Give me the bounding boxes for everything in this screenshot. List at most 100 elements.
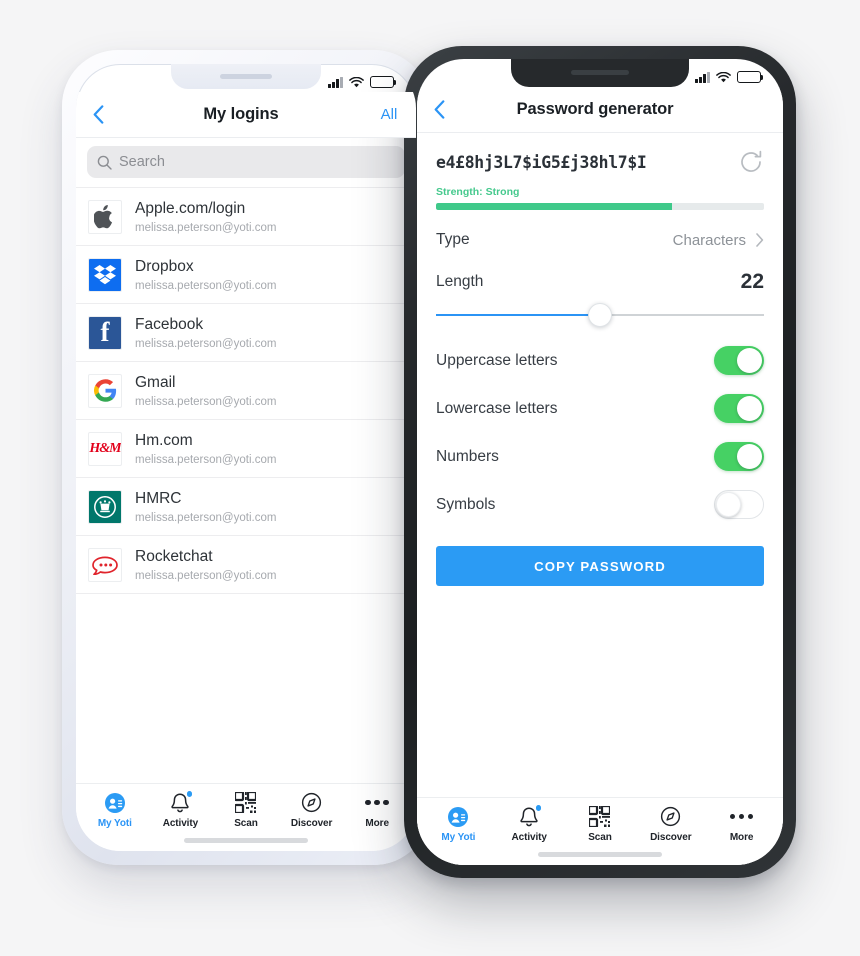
chevron-left-icon [434, 100, 444, 119]
earpiece-speaker [571, 70, 629, 75]
hmrc-icon [88, 489, 122, 524]
nav-bar-left: My logins All [76, 92, 416, 138]
tab-activity[interactable]: Activity [494, 804, 565, 843]
tab-scan[interactable]: Scan [565, 805, 636, 843]
refresh-icon [741, 150, 762, 172]
login-name: Rocketchat [135, 548, 213, 566]
tab-activity[interactable]: Activity [148, 790, 214, 829]
generated-password[interactable]: e4£8hj3L7$iG5£j38hl7$I [436, 153, 728, 172]
page-title: My logins [203, 105, 279, 123]
length-slider[interactable] [436, 303, 764, 327]
login-account: melissa.peterson@yoti.com [135, 395, 277, 408]
compass-icon [660, 805, 681, 828]
scene: My logins All Search Apple.com/login mel… [0, 0, 860, 956]
password-display-row: e4£8hj3L7$iG5£j38hl7$I [436, 133, 764, 175]
wifi-icon [716, 71, 731, 83]
copy-password-button[interactable]: COPY PASSWORD [436, 546, 764, 586]
tab-more[interactable]: More [706, 805, 777, 843]
phone-left-screen: My logins All Search Apple.com/login mel… [76, 64, 416, 851]
password-generator-body: e4£8hj3L7$iG5£j38hl7$I Strength: Strong … [417, 133, 783, 865]
chevron-right-icon [756, 233, 764, 247]
profile-icon [447, 805, 469, 828]
back-button[interactable] [76, 105, 120, 124]
type-value: Characters [672, 231, 746, 249]
list-item[interactable]: f Facebook melissa.peterson@yoti.com [76, 304, 416, 362]
login-account: melissa.peterson@yoti.com [135, 511, 277, 524]
list-item[interactable]: Dropbox melissa.peterson@yoti.com [76, 246, 416, 304]
list-item[interactable]: H&M Hm.com melissa.peterson@yoti.com [76, 420, 416, 478]
tab-more[interactable]: More [344, 791, 410, 829]
phone-right: Password generator e4£8hj3L7$iG5£j38hl7$… [404, 46, 796, 878]
toggle-row-uppercase: Uppercase letters [436, 327, 764, 375]
login-account: melissa.peterson@yoti.com [135, 337, 277, 350]
strength-meter-fill [436, 203, 673, 210]
login-name: Facebook [135, 316, 204, 334]
regenerate-button[interactable] [738, 149, 764, 175]
phone-left: My logins All Search Apple.com/login mel… [62, 50, 430, 865]
toggle-label: Numbers [436, 447, 499, 465]
type-row[interactable]: Type Characters [436, 210, 764, 249]
chevron-left-icon [93, 105, 103, 124]
toggle-label: Uppercase letters [436, 351, 558, 369]
signal-bars-icon [328, 76, 343, 88]
numbers-toggle[interactable] [714, 442, 764, 471]
back-button[interactable] [417, 100, 461, 119]
profile-icon [104, 791, 126, 814]
list-item[interactable]: HMRC melissa.peterson@yoti.com [76, 478, 416, 536]
login-name: HMRC [135, 490, 182, 508]
list-item[interactable]: Rocketchat melissa.peterson@yoti.com [76, 536, 416, 594]
toggle-label: Lowercase letters [436, 399, 558, 417]
search-input[interactable]: Search [87, 146, 405, 178]
rocketchat-icon [88, 547, 122, 582]
login-account: melissa.peterson@yoti.com [135, 569, 277, 582]
toggle-row-numbers: Numbers [436, 423, 764, 471]
qr-icon [589, 805, 611, 828]
login-name: Hm.com [135, 432, 193, 450]
page-title: Password generator [516, 100, 674, 118]
uppercase-toggle[interactable] [714, 346, 764, 375]
length-row: Length 22 [436, 249, 764, 294]
length-label: Length [436, 273, 484, 290]
phone-right-screen: Password generator e4£8hj3L7$iG5£j38hl7$… [417, 59, 783, 865]
filter-all-button[interactable]: All [362, 106, 416, 123]
search-placeholder: Search [119, 154, 165, 170]
bell-icon [170, 790, 194, 814]
login-name: Apple.com/login [135, 200, 246, 218]
tab-label: More [729, 832, 754, 843]
logins-body: Search Apple.com/login melissa.peterson@… [76, 138, 416, 851]
list-item[interactable]: Apple.com/login melissa.peterson@yoti.co… [76, 188, 416, 246]
tab-discover[interactable]: Discover [279, 791, 345, 829]
login-name: Dropbox [135, 258, 194, 276]
home-indicator [184, 838, 308, 843]
logins-list: Apple.com/login melissa.peterson@yoti.co… [76, 187, 416, 594]
notification-badge [534, 804, 543, 812]
home-indicator [538, 852, 662, 857]
tab-discover[interactable]: Discover [635, 805, 706, 843]
toggle-row-lowercase: Lowercase letters [436, 375, 764, 423]
tab-scan[interactable]: Scan [213, 791, 279, 829]
tab-label: My Yoti [441, 832, 476, 843]
ellipsis-icon [729, 805, 754, 828]
tab-my-yoti[interactable]: My Yoti [82, 791, 148, 829]
tab-label: Discover [650, 832, 692, 843]
lowercase-toggle[interactable] [714, 394, 764, 423]
apple-icon [88, 199, 122, 234]
tab-bar-left: My Yoti Activity Scan Discover More [76, 783, 416, 851]
login-account: melissa.peterson@yoti.com [135, 221, 277, 234]
tab-bar-right: My Yoti Activity Scan Discover More [417, 797, 783, 865]
facebook-icon: f [88, 315, 122, 350]
tab-label: Scan [234, 818, 258, 829]
battery-icon [370, 76, 397, 88]
toggle-label: Symbols [436, 495, 496, 513]
symbols-toggle[interactable] [714, 490, 764, 519]
tab-my-yoti[interactable]: My Yoti [423, 805, 494, 843]
login-account: melissa.peterson@yoti.com [135, 279, 277, 292]
length-value: 22 [740, 270, 764, 293]
strength-label: Strength: Strong [436, 186, 520, 198]
ellipsis-icon [365, 791, 389, 814]
list-item[interactable]: Gmail melissa.peterson@yoti.com [76, 362, 416, 420]
bell-icon [519, 804, 543, 828]
toggle-row-symbols: Symbols [436, 471, 764, 519]
slider-knob[interactable] [588, 303, 612, 327]
search-icon [97, 155, 112, 170]
